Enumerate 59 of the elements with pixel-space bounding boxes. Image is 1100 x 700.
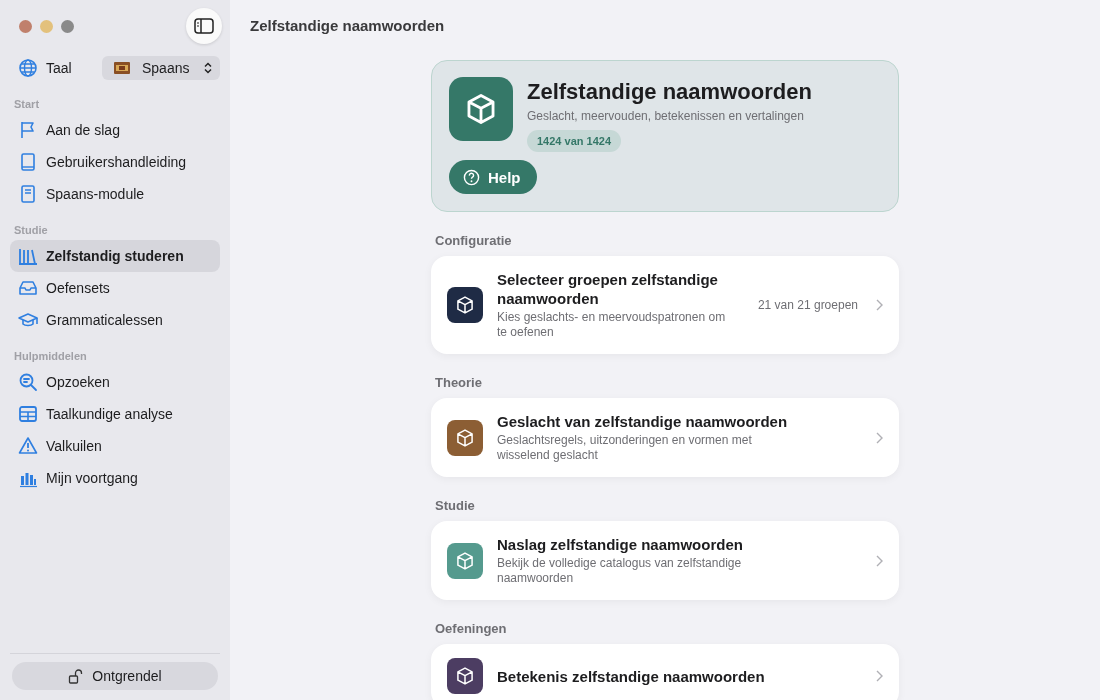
sidebar-item[interactable]: Opzoeken [10,366,220,398]
card-title: Betekenis zelfstandige naamwoorden [497,666,766,686]
hero-subtitle: Geslacht, meervouden, betekenissen en vertalingen [527,109,805,123]
card-title: Selecteer groepen zelfstandige naamwoorden [497,270,719,308]
section-header: Hulpmiddelen [13,349,88,364]
sidebar-item-icon [18,184,38,204]
help-icon [463,168,480,186]
chevron-right-icon [876,554,883,567]
section-header: Theorie [435,375,483,390]
unlock-icon [68,668,85,684]
language-picker[interactable]: Spaans [102,56,220,80]
count-badge: 1424 van 1424 [527,130,621,152]
section-header: Studie [13,223,49,238]
sidebar-item[interactable]: Spaans-module [10,178,220,210]
sidebar-item[interactable]: Mijn voortgang [10,462,220,494]
sidebar-item-icon [18,436,38,456]
cube-icon [449,77,513,141]
sidebar-item-icon [18,152,38,172]
sidebar-item[interactable]: Aan de slag [10,114,220,146]
chevron-right-icon [876,299,883,311]
sidebar-item[interactable]: Grammaticalessen [10,304,220,336]
sidebar-item[interactable]: Taalkundige analyse [10,398,220,430]
card-detail: 21 van 21 groepen [757,298,858,312]
language-label: Taal [46,60,72,76]
card-subtitle: Geslachtsregels, uitzonderingen en vormen met wisselend geslacht [497,433,753,463]
section-header: Start [13,97,41,112]
section-header: Configuratie [435,233,513,248]
card-title: Geslacht van zelfstandige naamwoorden [497,412,789,431]
sidebar-item-icon [18,372,38,392]
page-title: Zelfstandige naamwoorden [249,16,446,34]
sidebar-item[interactable]: Valkuilen [10,430,220,462]
navigation-card[interactable]: Betekenis zelfstandige naamwoorden [431,644,899,700]
sidebar-item[interactable]: Gebruikershandleiding [10,146,220,178]
zoom-button[interactable] [61,19,74,33]
chevron-right-icon [876,670,883,682]
unlock-button[interactable]: Ontgrendel [12,662,218,690]
navigation-card[interactable]: Geslacht van zelfstandige naamwoorden Geslachtsregels, uitzonderingen en vormen met wisselend geslacht [431,398,899,477]
card-subtitle: Kies geslachts- en meervoudspatronen om te oefenen [497,310,727,340]
section-header: Studie [435,498,476,513]
sidebar-item-icon [18,278,38,298]
sidebar-item[interactable]: Oefensets [10,272,220,304]
chevron-right-icon [876,431,883,444]
hero-title: Zelfstandige naamwoorden [527,79,812,105]
close-button[interactable] [19,19,32,33]
minimize-button[interactable] [40,19,53,33]
sidebar-item-icon [18,404,38,424]
globe-icon [18,58,38,78]
help-button[interactable]: Help [449,160,537,194]
navigation-card[interactable]: Selecteer groepen zelfstandige naamwoorden Kies geslachts- en meervoudspatronen om te oefenen 21 van 21 groepen [431,256,899,354]
card-title: Naslag zelfstandige naamwoorden [497,535,744,554]
card-subtitle: Bekijk de volledige catalogus van zelfstandige naamwoorden [497,556,743,586]
sidebar-item-icon [18,246,38,266]
sidebar-icon [194,18,214,34]
flag-icon [114,62,130,74]
section-header: Oefeningen [435,621,508,636]
navigation-card[interactable]: Naslag zelfstandige naamwoorden Bekijk de volledige catalogus van zelfstandige naamwoorden [431,521,899,600]
sidebar-toggle-button[interactable] [186,8,222,44]
chevron-updown-icon [204,62,212,74]
sidebar-item[interactable]: Zelfstandig studeren [10,240,220,272]
